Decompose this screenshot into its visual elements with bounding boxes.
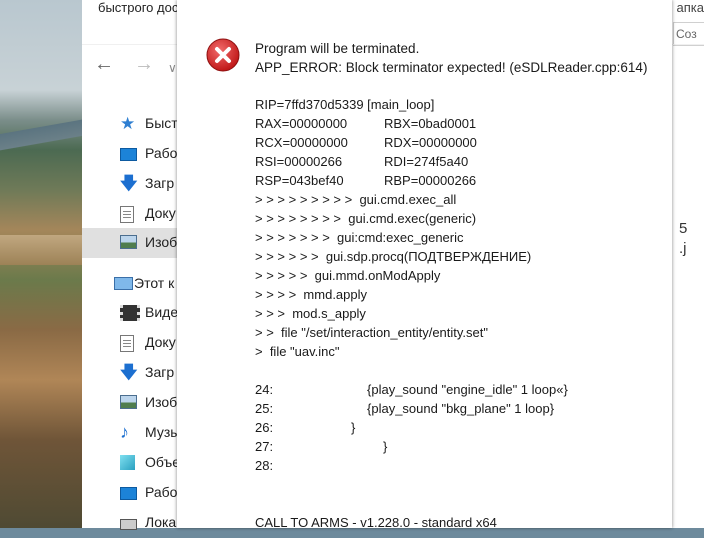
image-icon: [120, 235, 137, 249]
error-dialog: Program will be terminated. APP_ERROR: B…: [177, 0, 672, 530]
stack-line: > > > > > gui.mmd.onModApply: [255, 268, 441, 283]
sidebar-item-documents[interactable]: Доку: [82, 199, 177, 229]
download-icon: 🡇: [120, 363, 138, 382]
sidebar-item-desktop-2[interactable]: Рабо: [82, 478, 177, 508]
star-icon: ★: [120, 114, 136, 133]
code-line-text: {play_sound "engine_idle" 1 loop«}: [367, 382, 568, 397]
stack-line: > file "uav.inc": [255, 344, 340, 359]
sidebar-item-label: Изоб: [145, 234, 177, 250]
sidebar-item-label: Этот к: [134, 275, 175, 291]
document-icon: [120, 206, 134, 223]
back-arrow-icon[interactable]: ←: [94, 54, 114, 74]
code-line-number: 25:: [255, 401, 274, 416]
sidebar-item-label: Изоб: [145, 394, 177, 410]
file-name-fragment: 5: [679, 220, 688, 237]
stack-line: > > > > mmd.apply: [255, 287, 368, 302]
sidebar-item-label: Виде: [145, 304, 177, 320]
error-icon: [206, 38, 240, 72]
code-line-number: 26:: [255, 420, 274, 435]
sidebar-item-documents-2[interactable]: Доку: [82, 328, 177, 358]
window-title: быстрого дос: [98, 0, 179, 15]
sidebar-item-videos[interactable]: Виде: [82, 298, 177, 328]
register-left: RSP=043bef40: [255, 173, 344, 188]
3d-objects-icon: [120, 455, 135, 470]
register-right: RBX=0bad0001: [384, 116, 477, 131]
sidebar-item-3d-objects[interactable]: Объе: [82, 448, 177, 478]
drive-icon: [120, 519, 137, 530]
chevron-down-icon[interactable]: ∨: [168, 58, 177, 78]
stack-line: > > > > > > > > > gui.cmd.exec_all: [255, 192, 457, 207]
register-left: RAX=00000000: [255, 116, 348, 131]
window-title-right: апка: [676, 0, 704, 15]
sidebar-item-label: Загр: [145, 364, 175, 380]
register-right: RBP=00000266: [384, 173, 477, 188]
desktop-wallpaper: [0, 0, 82, 528]
document-icon: [120, 335, 134, 352]
file-name-fragment: .j: [679, 240, 687, 257]
forward-arrow-icon[interactable]: →: [134, 54, 154, 74]
code-line-number: 27:: [255, 439, 274, 454]
sidebar-item-label: Рабо: [145, 484, 177, 500]
sidebar-item-music[interactable]: ♪ Музы: [82, 418, 177, 448]
stack-line: > > file "/set/interaction_entity/entity…: [255, 325, 488, 340]
sidebar-item-label: Рабо: [145, 145, 177, 161]
stack-line: > > > > > > > > gui.cmd.exec(generic): [255, 211, 477, 226]
sidebar-item-label: Доку: [145, 334, 176, 350]
sidebar-item-downloads-2[interactable]: 🡇 Загр: [82, 358, 177, 388]
code-line-number: 28:: [255, 458, 274, 473]
sidebar-item-label: Быстр: [145, 115, 177, 131]
desktop-icon: [120, 487, 137, 500]
wallpaper-hill: [0, 235, 82, 265]
wallpaper-mountains: [0, 112, 82, 152]
code-line-text: }: [383, 439, 388, 454]
sidebar-item-label: Музы: [145, 424, 177, 440]
code-line-number: 24:: [255, 382, 274, 397]
sidebar-item-local-disk[interactable]: Лока: [82, 508, 177, 538]
music-icon: ♪: [120, 422, 129, 442]
error-message: APP_ERROR: Block terminator expected! (e…: [255, 60, 648, 75]
sidebar-item-desktop[interactable]: Рабо: [82, 139, 177, 169]
sidebar-item-this-pc[interactable]: Этот к: [82, 269, 177, 299]
sidebar-item-label: Загр: [145, 175, 175, 191]
computer-icon: [114, 277, 133, 290]
register-right: RDX=00000000: [384, 135, 477, 150]
stack-line: > > > > > > > gui:cmd:exec_generic: [255, 230, 464, 245]
sidebar-item-pictures-2[interactable]: Изоб: [82, 388, 177, 418]
code-line-text: {play_sound "bkg_plane" 1 loop}: [367, 401, 555, 416]
stack-line: > > > mod.s_apply: [255, 306, 366, 321]
code-line-text: }: [351, 420, 356, 435]
error-header: Program will be terminated. APP_ERROR: B…: [255, 39, 647, 77]
image-icon: [120, 395, 137, 409]
desktop-icon: [120, 148, 137, 161]
video-icon: [120, 305, 140, 321]
rip-line: RIP=7ffd370d5339 [main_loop]: [255, 97, 435, 112]
sidebar-item-label: Доку: [145, 205, 176, 221]
download-icon: 🡇: [120, 174, 138, 193]
register-right: RDI=274f5a40: [384, 154, 469, 169]
sidebar-item-downloads[interactable]: 🡇 Загр: [82, 169, 177, 199]
sidebar-item-label: Объе: [145, 454, 177, 470]
register-left: RSI=00000266: [255, 154, 343, 169]
sidebar-item-quick-access[interactable]: ★ Быстр: [82, 109, 177, 139]
search-input[interactable]: Соз: [673, 22, 704, 46]
stack-line: > > > > > > gui.sdp.procq(ПОДТВЕРЖДЕНИЕ): [255, 249, 532, 264]
sidebar-item-pictures[interactable]: Изоб: [82, 228, 177, 258]
register-left: RCX=00000000: [255, 135, 348, 150]
error-title: Program will be terminated.: [255, 41, 420, 56]
